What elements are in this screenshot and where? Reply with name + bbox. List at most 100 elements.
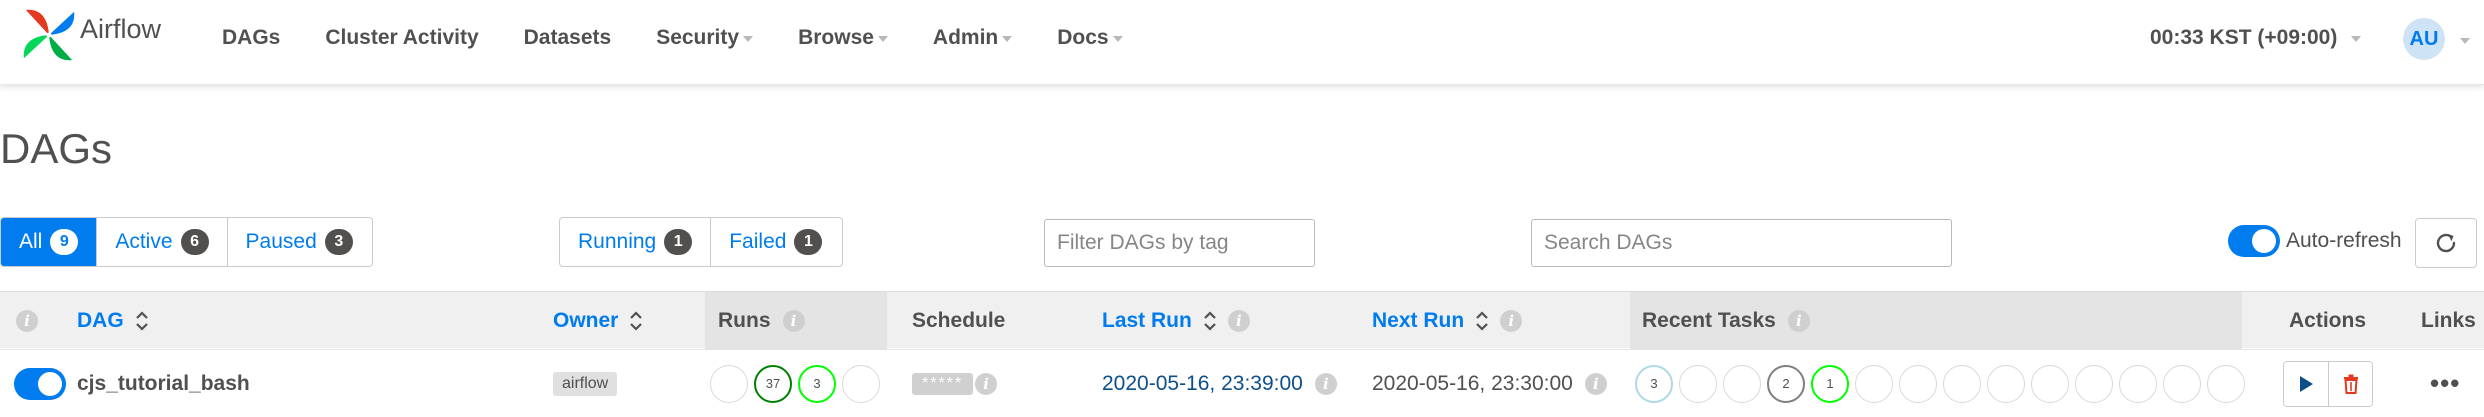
last-run-link[interactable]: 2020-05-16, 23:39:00 xyxy=(1102,372,1303,396)
dag-pause-toggle[interactable] xyxy=(14,367,66,400)
caret-down-icon[interactable] xyxy=(2460,38,2470,44)
user-initials: AU xyxy=(2409,27,2439,50)
owner-cell: airflow xyxy=(553,350,618,417)
brand-link[interactable]: Airflow xyxy=(20,6,161,64)
user-avatar[interactable]: AU xyxy=(2403,18,2445,60)
dag-id-cell: cjs_tutorial_bash xyxy=(77,350,250,417)
run-state-success[interactable]: 37 xyxy=(754,364,792,403)
task-state-circle[interactable] xyxy=(2119,364,2157,403)
nav-item-docs[interactable]: Docs xyxy=(1057,26,1123,50)
info-icon[interactable]: i xyxy=(16,309,38,332)
task-count: 3 xyxy=(1650,376,1658,391)
task-state-circle[interactable] xyxy=(1899,364,1937,403)
nav-item-label: Browse xyxy=(798,25,874,49)
filter-running-button[interactable]: Running 1 xyxy=(560,218,712,266)
auto-refresh-label: Auto-refresh xyxy=(2286,229,2402,252)
caret-down-icon xyxy=(2351,35,2362,42)
task-state-circle[interactable] xyxy=(1723,364,1761,403)
info-icon[interactable]: i xyxy=(782,309,805,332)
task-state-circle[interactable] xyxy=(2031,364,2069,403)
filter-all-button[interactable]: All 9 xyxy=(1,218,98,266)
refresh-button[interactable] xyxy=(2415,218,2477,268)
delete-dag-button[interactable] xyxy=(2328,361,2372,406)
next-run-cell: 2020-05-16, 23:30:00 i xyxy=(1372,350,1607,417)
column-label: DAG xyxy=(77,308,124,332)
header-dag[interactable]: DAG xyxy=(77,292,148,349)
column-label: Next Run xyxy=(1372,308,1465,332)
table-row: cjs_tutorial_bash airflow 37 3 ***** i 2… xyxy=(0,349,2484,416)
filter-active-button[interactable]: Active 6 xyxy=(97,218,228,266)
run-state-running[interactable]: 3 xyxy=(798,364,836,403)
task-count: 1 xyxy=(1826,376,1834,391)
nav-item-cluster-activity[interactable]: Cluster Activity xyxy=(325,26,478,50)
ellipsis-icon[interactable]: ••• xyxy=(2430,368,2460,399)
task-state-circle[interactable] xyxy=(1679,364,1717,403)
task-state-scheduled[interactable]: 3 xyxy=(1635,364,1673,403)
header-actions: Actions xyxy=(2289,292,2366,349)
caret-down-icon xyxy=(1112,35,1123,42)
column-label: Links xyxy=(2421,308,2476,332)
run-state-failed[interactable] xyxy=(842,364,880,403)
run-state-none[interactable] xyxy=(710,364,748,403)
header-toggle-info: i xyxy=(16,292,38,349)
nav-item-browse[interactable]: Browse xyxy=(798,26,888,50)
header-next-run[interactable]: Next Run i xyxy=(1372,292,1523,349)
task-state-circle[interactable] xyxy=(1855,364,1893,403)
links-cell: ••• xyxy=(2430,350,2460,417)
action-button-group xyxy=(2283,360,2373,407)
task-state-circle[interactable] xyxy=(2207,364,2245,403)
task-state-running[interactable]: 1 xyxy=(1811,364,1849,403)
nav-item-security[interactable]: Security xyxy=(656,25,754,50)
sort-icon xyxy=(1476,310,1488,331)
filter-label: Failed xyxy=(729,230,787,253)
info-icon[interactable]: i xyxy=(1314,372,1337,395)
task-state-circle[interactable] xyxy=(2163,364,2201,403)
trigger-dag-button[interactable] xyxy=(2284,361,2328,406)
trash-icon xyxy=(2343,374,2358,394)
recent-tasks-cell: 3 2 1 xyxy=(1635,350,2251,417)
column-label: Recent Tasks xyxy=(1642,308,1776,332)
task-state-circle[interactable] xyxy=(1943,364,1981,403)
page-title: DAGs xyxy=(0,125,113,172)
sort-icon xyxy=(630,310,643,331)
info-icon[interactable]: i xyxy=(1584,372,1607,395)
filter-failed-button[interactable]: Failed 1 xyxy=(711,218,840,266)
column-label: Runs xyxy=(718,308,771,332)
task-state-circle[interactable] xyxy=(1987,364,2025,403)
nav-item-label: Security xyxy=(656,25,740,49)
column-label: Last Run xyxy=(1102,308,1192,332)
filter-label: Active xyxy=(115,230,173,253)
current-time-label: 00:33 KST (+09:00) xyxy=(2150,25,2338,49)
nav-item-dags[interactable]: DAGs xyxy=(222,26,280,50)
info-icon[interactable]: i xyxy=(1500,309,1523,332)
auto-refresh-switch[interactable] xyxy=(2228,225,2280,257)
header-links: Links xyxy=(2421,292,2476,349)
task-state-queued[interactable]: 2 xyxy=(1767,364,1805,403)
header-last-run[interactable]: Last Run i xyxy=(1102,292,1250,349)
nav-item-admin[interactable]: Admin xyxy=(933,26,1013,50)
header-owner[interactable]: Owner xyxy=(553,292,643,349)
info-icon[interactable]: i xyxy=(1227,309,1250,332)
nav-item-label: Cluster Activity xyxy=(325,25,479,49)
owner-tag[interactable]: airflow xyxy=(553,371,618,396)
auto-refresh-toggle[interactable]: Auto-refresh xyxy=(2228,225,2402,257)
nav-item-datasets[interactable]: Datasets xyxy=(524,26,612,50)
column-label: Owner xyxy=(553,308,619,332)
schedule-tag[interactable]: ***** xyxy=(912,372,974,395)
task-state-circle[interactable] xyxy=(2075,364,2113,403)
runs-cell: 37 3 xyxy=(710,350,886,417)
run-count: 37 xyxy=(765,376,781,391)
play-icon xyxy=(2300,375,2313,392)
sort-icon xyxy=(1204,310,1216,331)
tag-filter-input[interactable] xyxy=(1044,219,1315,267)
run-state-filter-group: Running 1 Failed 1 xyxy=(559,217,843,267)
dag-link[interactable]: cjs_tutorial_bash xyxy=(77,372,250,396)
search-dags-input[interactable] xyxy=(1531,219,1952,267)
info-icon[interactable]: i xyxy=(1787,309,1810,332)
filter-paused-button[interactable]: Paused 3 xyxy=(228,218,371,266)
timezone-dropdown[interactable]: 00:33 KST (+09:00) xyxy=(2150,0,2362,75)
last-run-cell: 2020-05-16, 23:39:00 i xyxy=(1102,350,1337,417)
info-icon[interactable]: i xyxy=(975,372,998,395)
caret-down-icon xyxy=(877,35,888,42)
header-recent-tasks: Recent Tasks i xyxy=(1630,292,2242,349)
